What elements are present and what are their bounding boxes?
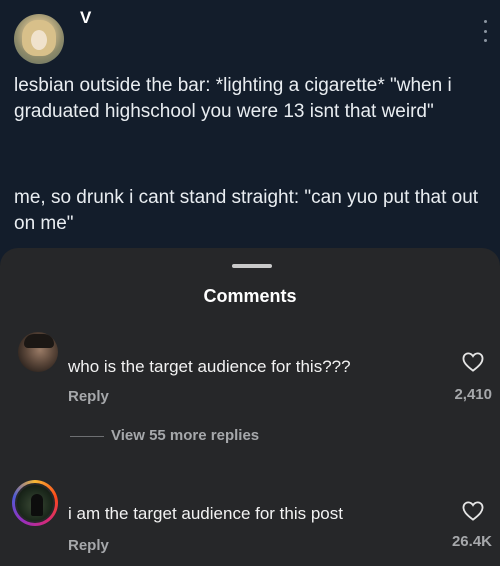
- commenter-avatar[interactable]: [18, 332, 58, 372]
- commenter-avatar-story-ring[interactable]: [12, 480, 58, 526]
- comment-text: i am the target audience for this post: [68, 504, 343, 523]
- heart-icon[interactable]: [462, 352, 484, 372]
- comments-title: Comments: [203, 286, 297, 306]
- post-username[interactable]: V: [80, 8, 91, 28]
- post: V lesbian outside the bar: *lighting a c…: [0, 0, 500, 262]
- post-text-paragraph-1: lesbian outside the bar: *lighting a cig…: [14, 75, 452, 122]
- avatar-hat: [24, 334, 54, 348]
- avatar-face: [31, 30, 47, 50]
- avatar-figure: [31, 494, 43, 516]
- heart-icon[interactable]: [462, 501, 484, 521]
- like-count: 26.4K: [451, 533, 492, 550]
- commenter-avatar: [15, 483, 55, 523]
- reply-button[interactable]: Reply: [68, 537, 109, 554]
- reply-button[interactable]: Reply: [68, 388, 109, 405]
- sheet-drag-handle[interactable]: [232, 264, 272, 268]
- comments-sheet: Comments who is the target audience for …: [0, 248, 500, 566]
- replies-divider: [70, 436, 104, 437]
- view-more-replies-button[interactable]: View 55 more replies: [111, 427, 259, 444]
- post-author-avatar[interactable]: [14, 14, 64, 64]
- comment-text: who is the target audience for this???: [68, 357, 351, 376]
- like-count: 2,410: [454, 386, 492, 403]
- more-options-icon[interactable]: [482, 20, 488, 42]
- post-text-paragraph-2: me, so drunk i cant stand straight: "can…: [14, 187, 479, 234]
